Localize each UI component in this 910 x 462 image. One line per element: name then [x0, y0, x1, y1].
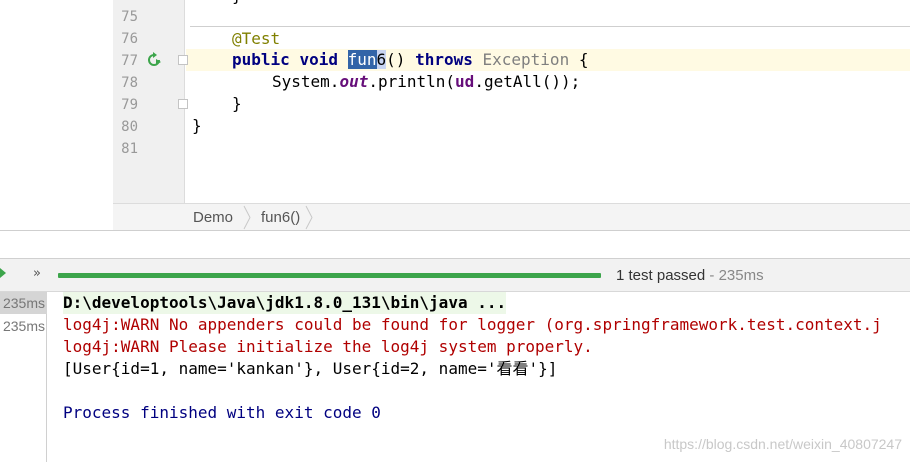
line-number: 78	[121, 75, 138, 91]
breadcrumb-chevron-icon	[243, 205, 251, 230]
test-status-main: 1 test passed	[616, 267, 706, 284]
breadcrumb-chevron-icon	[305, 205, 313, 230]
pane-splitter[interactable]	[0, 230, 910, 258]
stmt-suffix: .getAll());	[474, 72, 581, 91]
code-line-79: }	[192, 93, 242, 115]
method-separator-line	[190, 26, 910, 27]
code-editor[interactable]: } 75 76 77 78 79 80 81 @Test public void…	[0, 0, 910, 230]
line-number: 75	[121, 9, 138, 25]
test-tree-row[interactable]: 235ms	[0, 315, 47, 337]
open-brace: {	[569, 50, 589, 69]
more-actions-icon[interactable]: »	[33, 266, 41, 281]
keyword-void: void	[299, 50, 338, 69]
rerun-icon[interactable]	[0, 265, 8, 281]
method-name-rest: 6	[376, 50, 387, 69]
breadcrumb-method[interactable]: fun6()	[261, 204, 300, 231]
code-line-80: }	[192, 115, 202, 137]
stmt-var-ud: ud	[455, 72, 475, 91]
close-brace-outer: }	[192, 116, 202, 135]
console-line-command: D:\developtools\Java\jdk1.8.0_131\bin\ja…	[63, 292, 507, 314]
keyword-public: public	[232, 50, 290, 69]
console-line-warning: log4j:WARN Please initialize the log4j s…	[63, 337, 593, 356]
line-number: 80	[121, 119, 138, 135]
stmt-field-out: out	[339, 72, 369, 91]
breadcrumb: Demo fun6()	[113, 203, 910, 230]
code-line-77: public void fun6() throws Exception {	[192, 49, 588, 71]
annotation-test: @Test	[232, 29, 281, 48]
exception-class: Exception	[482, 50, 570, 69]
line-number: 76	[121, 31, 138, 47]
test-tree: 235ms 235ms	[0, 292, 47, 462]
stmt-mid: .println(	[368, 72, 456, 91]
breadcrumb-class[interactable]: Demo	[193, 204, 233, 231]
close-brace-inner: }	[232, 94, 242, 113]
test-status: 1 test passed - 235ms	[616, 259, 764, 293]
method-name-selection: fun	[347, 50, 377, 69]
console-line-output: [User{id=1, name='kankan'}, User{id=2, n…	[63, 359, 558, 378]
editor-left-strip	[0, 0, 113, 230]
keyword-throws: throws	[415, 50, 473, 69]
code-brace-top: }	[232, 0, 242, 5]
stmt-prefix: System.	[272, 72, 340, 91]
line-number: 77	[121, 53, 138, 69]
console-line-exit: Process finished with exit code 0	[63, 403, 381, 422]
line-number: 79	[121, 97, 138, 113]
code-line-78: System.out.println(ud.getAll());	[192, 71, 580, 93]
line-number: 81	[121, 141, 138, 157]
console-output[interactable]: D:\developtools\Java\jdk1.8.0_131\bin\ja…	[48, 292, 910, 462]
method-params: ()	[386, 50, 416, 69]
fold-marker-icon[interactable]	[178, 55, 188, 65]
run-test-icon[interactable]	[146, 52, 162, 68]
watermark: https://blog.csdn.net/weixin_40807247	[663, 436, 902, 452]
fold-marker-icon[interactable]	[178, 99, 188, 109]
test-tree-row[interactable]: 235ms	[0, 292, 47, 314]
test-status-duration: - 235ms	[705, 267, 764, 284]
console-line-warning: log4j:WARN No appenders could be found f…	[63, 315, 882, 334]
run-toolbar: » 1 test passed - 235ms	[0, 258, 910, 292]
code-line-76: @Test	[192, 28, 280, 50]
test-progress-bar	[58, 273, 601, 278]
